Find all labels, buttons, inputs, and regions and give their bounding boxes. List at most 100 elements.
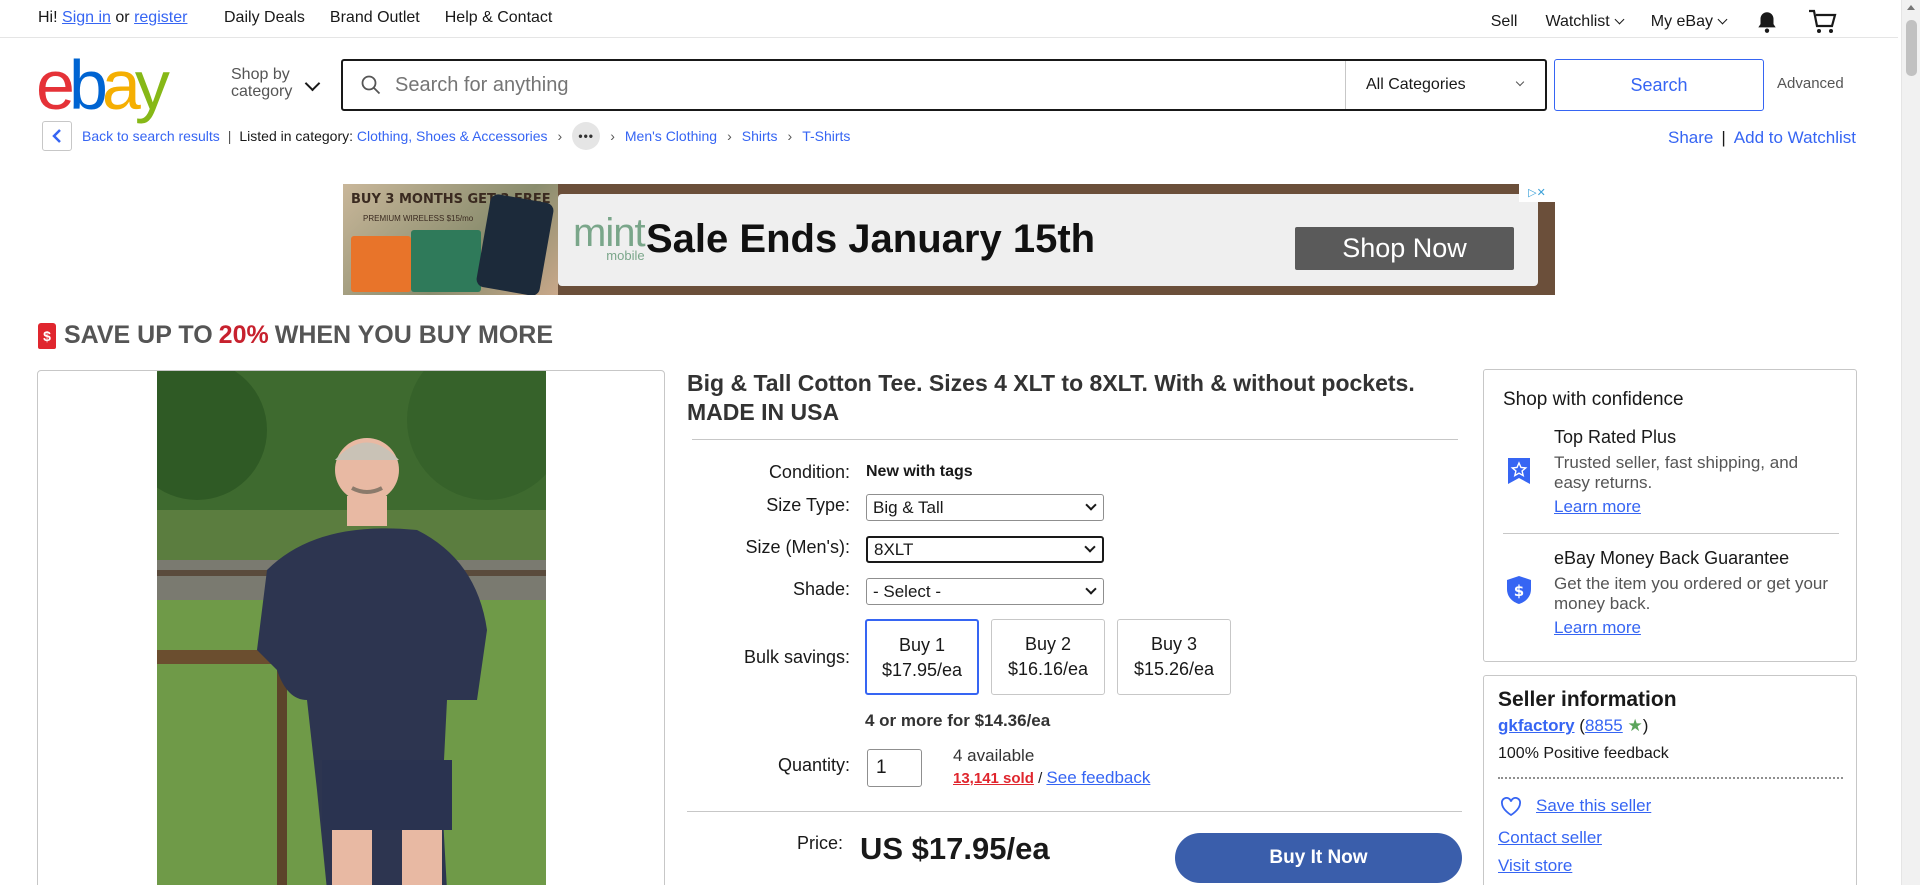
search-icon bbox=[361, 75, 381, 95]
buy-it-now-button[interactable]: Buy It Now bbox=[1175, 833, 1462, 883]
my-ebay-menu[interactable]: My eBay bbox=[1650, 13, 1728, 31]
chevron-right-icon: › bbox=[610, 128, 615, 144]
crumb-shirts[interactable]: Shirts bbox=[742, 128, 778, 144]
ad-brand-logo: mint mobile bbox=[573, 213, 646, 262]
bulk-option-2[interactable]: Buy 2 $16.16/ea bbox=[991, 619, 1105, 695]
chevron-right-icon: › bbox=[557, 128, 563, 144]
daily-deals-link[interactable]: Daily Deals bbox=[224, 9, 305, 27]
bulk-qty: Buy 1 bbox=[898, 635, 946, 655]
seller-name-link[interactable]: gkfactory bbox=[1498, 716, 1575, 735]
contact-seller-link[interactable]: Contact seller bbox=[1498, 828, 1602, 848]
money-back-desc: Get the item you ordered or get your mon… bbox=[1554, 574, 1829, 613]
greeting-text: Hi! bbox=[38, 9, 58, 26]
cart-icon[interactable] bbox=[1808, 9, 1838, 35]
ad-card-image bbox=[411, 230, 481, 292]
size-value: 8XLT bbox=[874, 539, 914, 559]
crumb-mens-clothing[interactable]: Men's Clothing bbox=[625, 128, 717, 144]
size-type-value: Big & Tall bbox=[873, 497, 944, 517]
divider bbox=[687, 811, 1462, 812]
sell-link[interactable]: Sell bbox=[1491, 13, 1518, 31]
divider bbox=[1498, 777, 1843, 779]
register-link[interactable]: register bbox=[134, 9, 187, 27]
shop-by-category[interactable]: Shop by category bbox=[231, 66, 292, 100]
shade-select[interactable]: - Select - bbox=[866, 578, 1104, 605]
category-select[interactable]: All Categories bbox=[1345, 61, 1545, 109]
scrollbar-thumb[interactable] bbox=[1906, 20, 1917, 76]
chevron-down-icon[interactable] bbox=[304, 75, 321, 92]
top-nav-bar: Hi! Sign in or register Daily Deals Bran… bbox=[0, 0, 1898, 38]
product-photo[interactable] bbox=[157, 371, 546, 885]
bulk-price: $17.95/ea bbox=[881, 660, 963, 680]
save-seller-link[interactable]: Save this seller bbox=[1536, 796, 1651, 816]
bulk-price: $15.26/ea bbox=[1133, 659, 1215, 679]
shade-value: - Select - bbox=[873, 581, 942, 601]
divider: | bbox=[1721, 128, 1726, 147]
bulk-option-3[interactable]: Buy 3 $15.26/ea bbox=[1117, 619, 1231, 695]
search-button[interactable]: Search bbox=[1554, 59, 1764, 111]
ebay-logo[interactable]: ebay bbox=[36, 50, 170, 120]
seller-info-panel: Seller information gkfactory (8855 ★) 10… bbox=[1483, 675, 1857, 885]
money-back-title: eBay Money Back Guarantee bbox=[1554, 548, 1790, 568]
search-input[interactable] bbox=[395, 73, 1295, 97]
ad-promo-sub: PREMIUM WIRELESS $15/mo bbox=[363, 214, 474, 223]
scroll-up-arrow-icon[interactable] bbox=[1907, 5, 1915, 10]
logo-letter-y: y bbox=[134, 46, 170, 124]
watchlist-menu[interactable]: Watchlist bbox=[1545, 13, 1625, 31]
seller-name-row: gkfactory (8855 ★) bbox=[1498, 716, 1648, 736]
visit-store-link[interactable]: Visit store bbox=[1498, 856, 1572, 876]
chevron-right-icon: › bbox=[727, 128, 732, 144]
price-tag-icon: $ bbox=[38, 322, 56, 349]
see-feedback-link[interactable]: See feedback bbox=[1046, 768, 1150, 787]
ad-banner[interactable]: BUY 3 MONTHS GET 3 FREE PREMIUM WIRELESS… bbox=[343, 184, 1555, 295]
bulk-qty: Buy 2 bbox=[1024, 634, 1072, 654]
top-rated-badge-icon bbox=[1508, 458, 1530, 484]
confidence-heading: Shop with confidence bbox=[1503, 389, 1684, 410]
learn-more-link[interactable]: Learn more bbox=[1554, 618, 1641, 638]
quantity-label: Quantity: bbox=[777, 755, 850, 775]
learn-more-link[interactable]: Learn more bbox=[1554, 497, 1641, 517]
size-type-select[interactable]: Big & Tall bbox=[866, 494, 1104, 521]
more-crumbs-button[interactable]: ••• bbox=[572, 122, 601, 150]
size-select[interactable]: 8XLT bbox=[866, 536, 1104, 563]
shop-with-confidence-panel: Shop with confidence Top Rated Plus Trus… bbox=[1483, 369, 1857, 662]
ad-card-image bbox=[351, 236, 411, 292]
size-label: Size (Men's): bbox=[745, 537, 850, 557]
ad-phone-image bbox=[475, 193, 555, 295]
sold-info: 13,141 sold / See feedback bbox=[953, 768, 1150, 788]
chevron-down-icon bbox=[1614, 14, 1625, 25]
sign-in-link[interactable]: Sign in bbox=[62, 9, 111, 27]
condition-value: New with tags bbox=[866, 463, 973, 480]
my-ebay-label: My eBay bbox=[1650, 13, 1713, 30]
notification-bell-icon[interactable] bbox=[1754, 9, 1780, 35]
adchoices-icon[interactable]: ▷✕ bbox=[1519, 184, 1555, 202]
seller-heading: Seller information bbox=[1498, 688, 1677, 711]
add-to-watchlist-link[interactable]: Add to Watchlist bbox=[1734, 128, 1856, 147]
bulk-option-1[interactable]: Buy 1 $17.95/ea bbox=[865, 619, 979, 695]
page-scrollbar[interactable] bbox=[1901, 0, 1920, 885]
ad-promo-image: BUY 3 MONTHS GET 3 FREE PREMIUM WIRELESS… bbox=[343, 184, 558, 295]
feedback-score-link[interactable]: 8855 bbox=[1585, 716, 1623, 735]
advanced-search-link[interactable]: Advanced bbox=[1777, 75, 1844, 92]
back-button[interactable] bbox=[42, 121, 72, 151]
crumb-tshirts[interactable]: T-Shirts bbox=[802, 128, 850, 144]
help-contact-link[interactable]: Help & Contact bbox=[445, 9, 553, 27]
save-percent: 20% bbox=[218, 321, 269, 349]
ad-shop-now-button[interactable]: Shop Now bbox=[1295, 227, 1514, 270]
heart-icon[interactable] bbox=[1500, 797, 1522, 817]
share-link[interactable]: Share bbox=[1668, 128, 1713, 147]
brand-outlet-link[interactable]: Brand Outlet bbox=[330, 9, 420, 27]
crumb-clothing[interactable]: Clothing, Shoes & Accessories bbox=[357, 128, 548, 144]
watchlist-label: Watchlist bbox=[1545, 13, 1610, 30]
product-title: Big & Tall Cotton Tee. Sizes 4 XLT to 8X… bbox=[687, 370, 1415, 425]
condition-label: Condition: bbox=[768, 462, 850, 482]
greeting: Hi! Sign in or register bbox=[38, 9, 187, 27]
quantity-input[interactable]: 1 bbox=[867, 749, 922, 787]
back-to-results-link[interactable]: Back to search results bbox=[82, 128, 220, 144]
sold-count-link[interactable]: 13,141 sold bbox=[953, 770, 1034, 787]
chevron-right-icon: › bbox=[787, 128, 793, 144]
logo-letter-a: a bbox=[101, 46, 141, 124]
listed-in-label: Listed in category: bbox=[239, 128, 353, 144]
category-label: All Categories bbox=[1366, 76, 1466, 93]
star-icon: ★ bbox=[1627, 716, 1643, 735]
divider: | bbox=[227, 128, 232, 144]
